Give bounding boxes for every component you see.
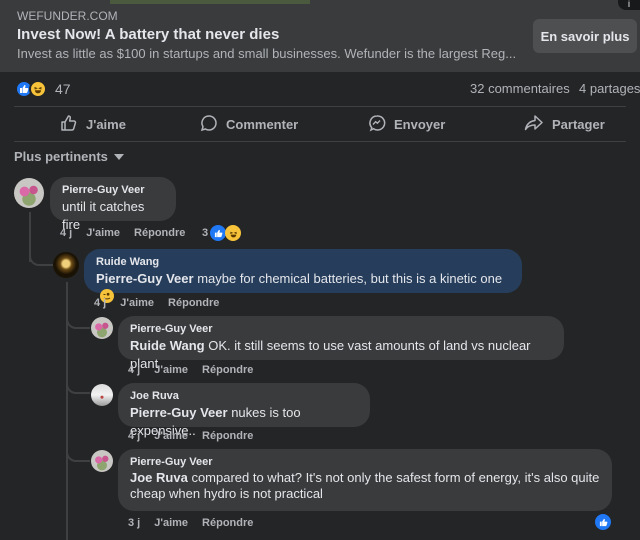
comment-reply-link[interactable]: Répondre (134, 227, 185, 239)
comment-body-line2: cheap when hydro is not practical (130, 486, 323, 501)
reaction-summary: 47 32 commentaires 4 partages (0, 72, 640, 106)
comment-author[interactable]: Pierre-Guy Veer (130, 323, 552, 335)
comment-meta: 3 j J'aime Répondre (128, 517, 253, 529)
ad-title[interactable]: Invest Now! A battery that never dies (17, 26, 279, 43)
comment-time[interactable]: 4 j (60, 227, 72, 239)
avatar[interactable] (91, 317, 113, 339)
comment-bubble: Pierre-Guy Veer Ruide Wang OK. it still … (118, 316, 564, 371)
comment-like-link[interactable]: J'aime (154, 430, 188, 442)
comment-reply-link[interactable]: Répondre (168, 297, 219, 309)
comment-bubble-highlighted: Ruide Wang Pierre-Guy Veer maybe for che… (84, 249, 522, 303)
ad-more-icon[interactable]: i (618, 0, 640, 10)
comment-reply-link[interactable]: Répondre (202, 364, 253, 376)
learn-more-button[interactable]: En savoir plus (533, 19, 637, 53)
comment-reply-link[interactable]: Répondre (202, 517, 253, 529)
thread-connector (66, 315, 90, 329)
post-action-bar: J'aime Commenter Envoyer Partager (0, 108, 640, 140)
ad-image-strip (110, 0, 310, 4)
like-reaction-icon (210, 225, 227, 241)
comment-bubble-icon (200, 114, 218, 135)
caret-down-icon (113, 149, 124, 164)
comment-action-label: Commenter (226, 116, 299, 132)
comment-time[interactable]: 4 j (94, 297, 106, 309)
messenger-icon (368, 114, 386, 135)
comment-meta: 4 j J'aime Répondre (128, 430, 253, 442)
comment-author[interactable]: Ruide Wang (96, 256, 510, 268)
comment-time[interactable]: 4 j (128, 430, 140, 442)
reaction-icons[interactable] (15, 80, 47, 98)
reaction-count[interactable]: 47 (55, 81, 71, 97)
comment-like-link[interactable]: J'aime (154, 364, 188, 376)
divider (14, 106, 626, 107)
comment-text: Joe Ruva compared to what? It's not only… (130, 470, 600, 502)
comment-meta: 4 j J'aime Répondre (60, 227, 185, 239)
send-action-label: Envoyer (394, 116, 446, 132)
thread-connector (66, 448, 90, 462)
haha-reaction-icon (29, 80, 47, 98)
haha-reaction-icon (225, 225, 242, 241)
comment-reactions[interactable]: 3 (202, 225, 242, 241)
comment-reaction-count: 3 (202, 227, 209, 239)
avatar[interactable] (91, 384, 113, 406)
comment-like-link[interactable]: J'aime (86, 227, 120, 239)
comment-author[interactable]: Pierre-Guy Veer (62, 184, 164, 196)
like-action-label: J'aime (86, 116, 126, 132)
share-action-label: Partager (552, 116, 605, 132)
avatar[interactable] (91, 450, 113, 472)
shares-count[interactable]: 4 partages (579, 81, 640, 96)
thumbs-up-icon (60, 114, 78, 135)
comment-mention[interactable]: Joe Ruva (130, 470, 188, 485)
comment-mention[interactable]: Pierre-Guy Veer (130, 405, 228, 420)
comment-bubble: Pierre-Guy Veer Joe Ruva compared to wha… (118, 449, 612, 511)
comment-bubble: Joe Ruva Pierre-Guy Veer nukes is too ex… (118, 383, 370, 438)
comment-meta: 4 j J'aime Répondre (128, 364, 253, 376)
avatar[interactable] (14, 178, 44, 208)
thread-connector (29, 250, 54, 266)
comment-body-line1: compared to what? It's not only the safe… (191, 470, 600, 485)
comment-time[interactable]: 4 j (128, 364, 140, 376)
share-action-button[interactable]: Partager (524, 108, 605, 140)
comments-count[interactable]: 32 commentaires (470, 81, 570, 96)
comment-body: maybe for chemical batteries, but this i… (197, 271, 503, 286)
like-action-button[interactable]: J'aime (60, 108, 126, 140)
thread-connector (66, 380, 90, 394)
comment-mention[interactable]: Pierre-Guy Veer (96, 271, 194, 286)
comment-author[interactable]: Joe Ruva (130, 390, 358, 402)
comment-author[interactable]: Pierre-Guy Veer (130, 456, 600, 468)
comment-time[interactable]: 3 j (128, 517, 140, 529)
ad-description: Invest as little as $100 in startups and… (17, 46, 517, 61)
comment-reply-link[interactable]: Répondre (202, 430, 253, 442)
like-reaction-icon[interactable] (595, 514, 611, 530)
sort-label: Plus pertinents (14, 149, 108, 164)
comment-meta: 4 j J'aime Répondre (94, 297, 219, 309)
comment-mention[interactable]: Ruide Wang (130, 338, 205, 353)
comment-action-button[interactable]: Commenter (200, 108, 298, 140)
avatar[interactable] (53, 252, 79, 278)
comment-like-link[interactable]: J'aime (154, 517, 188, 529)
share-arrow-icon (524, 114, 544, 135)
send-action-button[interactable]: Envoyer (368, 108, 445, 140)
divider (14, 141, 626, 142)
ad-domain: WEFUNDER.COM (17, 9, 118, 23)
comment-bubble: Pierre-Guy Veer until it catches fire (50, 177, 176, 232)
sponsored-ad-card[interactable]: i WEFUNDER.COM Invest Now! A battery tha… (0, 0, 640, 72)
comment-sort-dropdown[interactable]: Plus pertinents (14, 149, 124, 164)
comment-like-link[interactable]: J'aime (120, 297, 154, 309)
